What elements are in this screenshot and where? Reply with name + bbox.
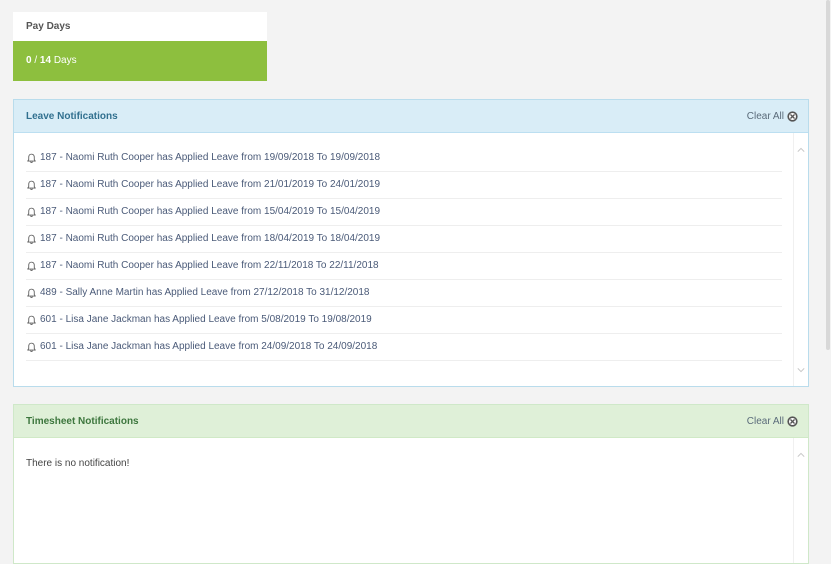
bell-icon	[27, 207, 36, 217]
pay-days-unit: Days	[53, 55, 77, 66]
timesheet-list-scrollbar[interactable]	[793, 438, 808, 563]
leave-notifications-list: 187 - Naomi Ruth Cooper has Applied Leav…	[26, 133, 782, 361]
leave-notification-item[interactable]: 187 - Naomi Ruth Cooper has Applied Leav…	[26, 226, 782, 253]
chevron-up-icon[interactable]	[797, 146, 805, 154]
pay-days-total: 14	[39, 55, 52, 66]
leave-notifications-panel: Leave Notifications Clear All 187 - Naom…	[13, 99, 809, 387]
leave-notifications-title: Leave Notifications	[26, 110, 118, 122]
pay-days-card: Pay Days 0 / 14 Days	[13, 12, 267, 81]
bell-icon	[27, 288, 36, 298]
pay-days-used: 0	[26, 55, 32, 66]
bell-icon	[27, 234, 36, 244]
bell-icon	[27, 315, 36, 325]
chevron-up-icon[interactable]	[797, 451, 805, 459]
leave-notification-text: 187 - Naomi Ruth Cooper has Applied Leav…	[40, 260, 379, 271]
timesheet-notifications-title: Timesheet Notifications	[26, 415, 139, 427]
timesheet-empty-message: There is no notification!	[26, 458, 130, 469]
timesheet-clear-all-button[interactable]: Clear All	[747, 405, 798, 438]
leave-notification-text: 489 - Sally Anne Martin has Applied Leav…	[40, 287, 370, 298]
chevron-down-icon[interactable]	[797, 366, 805, 374]
leave-notification-text: 187 - Naomi Ruth Cooper has Applied Leav…	[40, 152, 381, 163]
leave-notifications-body: 187 - Naomi Ruth Cooper has Applied Leav…	[14, 133, 808, 386]
leave-notification-text: 601 - Lisa Jane Jackman has Applied Leav…	[40, 314, 372, 325]
leave-notification-item[interactable]: 187 - Naomi Ruth Cooper has Applied Leav…	[26, 172, 782, 199]
leave-notification-item[interactable]: 187 - Naomi Ruth Cooper has Applied Leav…	[26, 199, 782, 226]
close-circle-icon[interactable]	[787, 415, 798, 427]
leave-notification-item[interactable]: 489 - Sally Anne Martin has Applied Leav…	[26, 280, 782, 307]
leave-list-scrollbar[interactable]	[793, 133, 808, 386]
leave-notification-item[interactable]: 187 - Naomi Ruth Cooper has Applied Leav…	[26, 145, 782, 172]
bell-icon	[27, 180, 36, 190]
timesheet-notifications-panel: Timesheet Notifications Clear All There …	[13, 404, 809, 564]
pay-days-title: Pay Days	[13, 12, 267, 41]
leave-notification-item[interactable]: 601 - Lisa Jane Jackman has Applied Leav…	[26, 307, 782, 334]
leave-clear-all-label: Clear All	[746, 110, 784, 122]
leave-clear-all-button[interactable]: Clear All	[747, 100, 798, 133]
page-scrollbar-thumb[interactable]	[826, 0, 830, 350]
leave-notification-item[interactable]: 601 - Lisa Jane Jackman has Applied Leav…	[26, 334, 782, 361]
timesheet-clear-all-label: Clear All	[746, 415, 784, 427]
timesheet-notifications-header: Timesheet Notifications Clear All	[14, 405, 808, 438]
bell-icon	[27, 153, 36, 163]
leave-notification-text: 187 - Naomi Ruth Cooper has Applied Leav…	[40, 233, 381, 244]
close-circle-icon[interactable]	[787, 110, 798, 122]
bell-icon	[27, 342, 36, 352]
timesheet-notifications-body: There is no notification!	[14, 438, 808, 563]
page-scrollbar[interactable]	[825, 0, 831, 552]
bell-icon	[27, 261, 36, 271]
leave-notification-text: 187 - Naomi Ruth Cooper has Applied Leav…	[40, 179, 381, 190]
leave-notification-item[interactable]: 187 - Naomi Ruth Cooper has Applied Leav…	[26, 253, 782, 280]
leave-notification-text: 601 - Lisa Jane Jackman has Applied Leav…	[40, 341, 378, 352]
pay-days-value: 0 / 14 Days	[13, 41, 267, 81]
leave-notification-text: 187 - Naomi Ruth Cooper has Applied Leav…	[40, 206, 381, 217]
leave-notifications-header: Leave Notifications Clear All	[14, 100, 808, 133]
